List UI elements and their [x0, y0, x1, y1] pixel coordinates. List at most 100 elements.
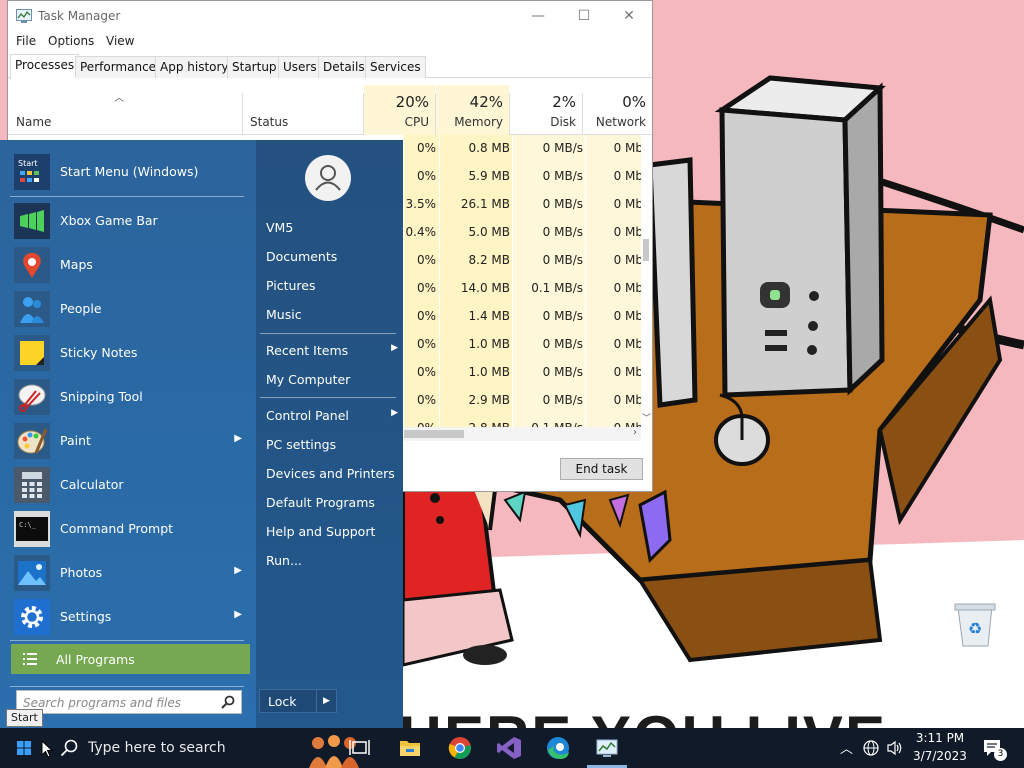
column-name[interactable]: Name	[16, 115, 51, 129]
show-hidden-icons-button[interactable]: ︿	[838, 728, 856, 768]
program-item[interactable]: Photos ▶	[10, 552, 250, 594]
table-row[interactable]: 0.4% 5.0 MB 0 MB/s 0 Mb	[404, 219, 642, 247]
places-pane: Lock ▶ VM5 Documents Pictures Music Recent I…	[256, 140, 403, 728]
table-row[interactable]: 0%2.8 MB0.1 MB/s0 Mb	[404, 415, 641, 427]
file-explorer-button[interactable]	[390, 728, 430, 768]
program-item[interactable]: Snipping Tool	[10, 376, 250, 418]
column-disk[interactable]: 2% Disk	[510, 85, 582, 135]
start-menu-icon: Start	[14, 154, 50, 190]
scroll-thumb-horizontal[interactable]	[404, 430, 464, 438]
tab-app-history[interactable]: App history	[155, 56, 234, 78]
places-item[interactable]: Devices and Printers	[266, 463, 398, 485]
memory-cell: 0.8 MB	[468, 141, 510, 155]
scroll-down-icon[interactable]: ﹀	[642, 411, 651, 424]
maximize-button[interactable]: ☐	[561, 1, 607, 31]
network-button[interactable]	[860, 728, 882, 768]
table-row[interactable]: 0% 2.9 MB 0 MB/s 0 Mb	[404, 387, 641, 415]
places-label: Run...	[266, 553, 302, 568]
tab-performance[interactable]: Performance	[75, 56, 162, 78]
cpu-cell: 0.4%	[405, 225, 437, 239]
tab-users[interactable]: Users	[278, 56, 322, 78]
program-item[interactable]: Sticky Notes	[10, 332, 250, 374]
menu-file[interactable]: File	[16, 34, 36, 48]
clock-date[interactable]: 3/7/2023	[912, 749, 968, 763]
action-center-button[interactable]: 3	[978, 728, 1018, 768]
places-item[interactable]: Recent Items ▶	[266, 340, 398, 362]
places-item[interactable]: Help and Support	[266, 521, 398, 543]
program-label: Command Prompt	[60, 521, 174, 536]
close-button[interactable]: ✕	[606, 1, 652, 31]
places-item[interactable]: Control Panel ▶	[266, 405, 398, 427]
places-item[interactable]: VM5	[266, 217, 398, 239]
edge-button[interactable]	[538, 728, 578, 768]
places-item[interactable]: Run...	[266, 550, 398, 572]
places-item[interactable]: Documents	[266, 246, 398, 268]
program-item[interactable]: Start Start Menu (Windows)	[10, 151, 250, 193]
memory-cell: 14.0 MB	[460, 281, 510, 295]
table-row[interactable]: 3.5% 26.1 MB 0 MB/s 0 Mb	[404, 191, 642, 219]
column-network[interactable]: 0% Network	[583, 85, 652, 135]
table-row[interactable]: 0% 5.9 MB 0 MB/s 0 Mb	[404, 163, 641, 191]
network-cell: 0 Mb	[613, 225, 641, 239]
places-label: Default Programs	[266, 495, 375, 510]
horizontal-scrollbar[interactable]: ›	[404, 427, 641, 441]
lock-button[interactable]: Lock ▶	[259, 689, 337, 713]
places-item[interactable]: My Computer	[266, 369, 398, 391]
clock-time[interactable]: 3:11 PM	[914, 731, 966, 745]
program-item[interactable]: Settings ▶	[10, 596, 250, 638]
tab-processes[interactable]: Processes	[10, 54, 80, 79]
memory-cell: 1.4 MB	[468, 309, 510, 323]
tab-details[interactable]: Details	[318, 56, 370, 78]
process-list[interactable]: 0% 0.8 MB 0 MB/s 0 Mb 0% 5.9 MB 0 MB/s 0 Mb 3.5%…	[404, 135, 641, 427]
table-row[interactable]: 0% 8.2 MB 0 MB/s 0 Mb	[404, 247, 641, 275]
column-memory[interactable]: 42% Memory	[436, 85, 509, 135]
places-item[interactable]: PC settings	[266, 434, 398, 456]
network-cell: 0 Mb	[613, 197, 641, 211]
program-item[interactable]: C:\_ Command Prompt	[10, 508, 250, 550]
start-button[interactable]	[4, 728, 44, 768]
taskbar: Type here to search ︿ 3:11 PM 3/7/2023 3	[0, 728, 1024, 768]
program-label: People	[60, 301, 102, 316]
title-bar[interactable]: Task Manager — ☐ ✕	[8, 1, 652, 31]
visual-studio-button[interactable]	[490, 728, 530, 768]
scroll-thumb[interactable]	[643, 239, 649, 261]
table-row[interactable]: 0% 0.8 MB 0 MB/s 0 Mb	[404, 135, 641, 163]
search-icon[interactable]	[221, 695, 235, 709]
column-status[interactable]: Status	[250, 115, 288, 129]
chrome-button[interactable]	[440, 728, 480, 768]
end-task-button[interactable]: End task	[560, 458, 643, 480]
table-row[interactable]: 0% 14.0 MB 0.1 MB/s 0 Mb	[404, 275, 641, 303]
program-item[interactable]: Calculator	[10, 464, 250, 506]
program-item[interactable]: Xbox Game Bar	[10, 200, 250, 242]
table-row[interactable]: 0% 1.0 MB 0 MB/s 0 Mb	[404, 331, 641, 359]
places-item[interactable]: Music	[266, 304, 398, 326]
places-item[interactable]: Pictures	[266, 275, 398, 297]
search-icon	[60, 739, 78, 757]
table-row[interactable]: 0% 1.0 MB 0 MB/s 0 Mb	[404, 359, 641, 387]
paint-icon	[14, 423, 50, 459]
column-cpu[interactable]: 20% CPU	[364, 85, 435, 135]
menu-view[interactable]: View	[106, 34, 134, 48]
network-cell: 0 Mb	[613, 309, 641, 323]
menu-options[interactable]: Options	[48, 34, 94, 48]
program-item[interactable]: People	[10, 288, 250, 330]
scroll-right-icon[interactable]: ›	[633, 427, 637, 438]
tab-services[interactable]: Services	[365, 56, 426, 78]
taskbar-search-box[interactable]: Type here to search	[50, 728, 360, 768]
program-item[interactable]: Paint ▶	[10, 420, 250, 462]
task-view-button[interactable]	[340, 728, 380, 768]
vertical-scrollbar[interactable]: ﹀	[641, 135, 652, 427]
search-input[interactable]	[23, 694, 213, 712]
svg-text:C:\_: C:\_	[19, 521, 37, 529]
power-options-arrow-icon[interactable]: ▶	[316, 690, 336, 712]
places-item[interactable]: Default Programs	[266, 492, 398, 514]
search-box[interactable]	[16, 690, 242, 714]
all-programs-button[interactable]: All Programs	[11, 644, 250, 674]
user-avatar[interactable]	[305, 155, 351, 201]
program-item[interactable]: Maps	[10, 244, 250, 286]
tab-startup[interactable]: Startup	[227, 56, 282, 78]
volume-button[interactable]	[884, 728, 906, 768]
minimize-button[interactable]: —	[515, 1, 561, 31]
table-row[interactable]: 0% 1.4 MB 0 MB/s 0 Mb	[404, 303, 641, 331]
task-manager-taskbar-button[interactable]	[587, 728, 627, 768]
